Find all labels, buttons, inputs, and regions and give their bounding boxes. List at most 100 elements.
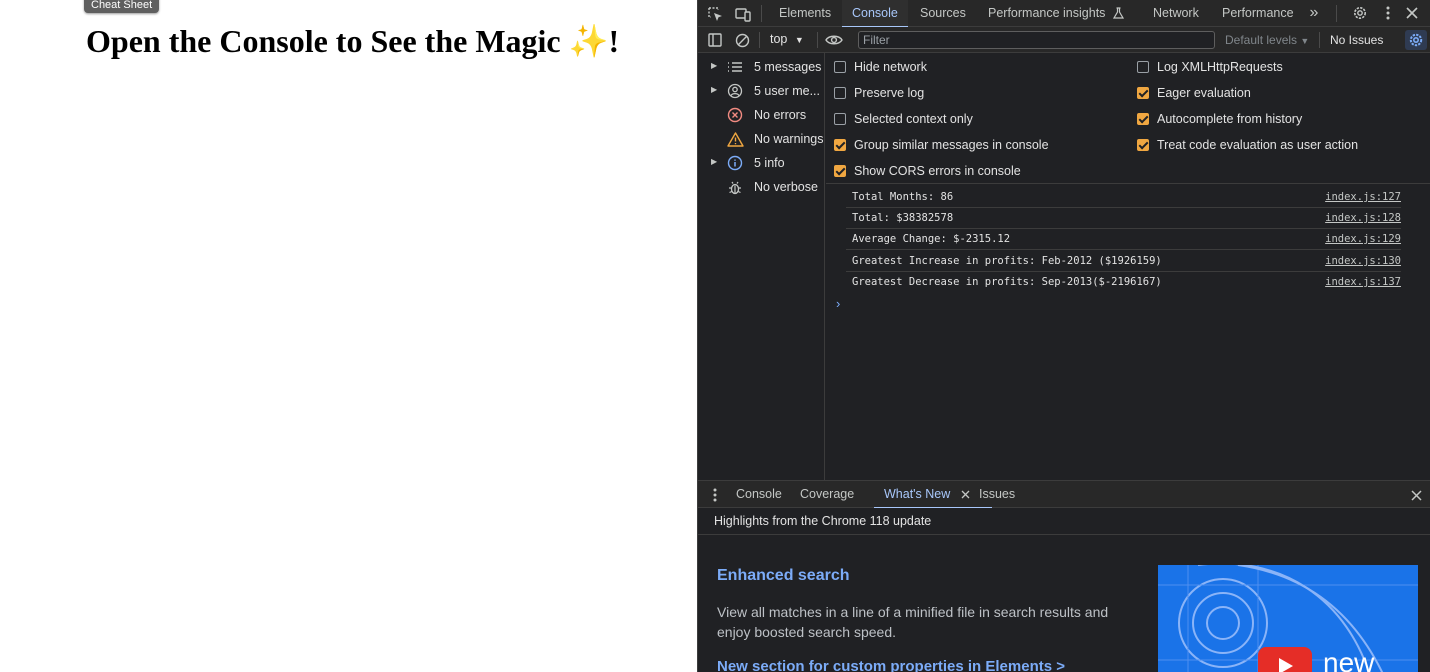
issues-counter[interactable]: No Issues — [1330, 33, 1383, 47]
tab-performance-insights[interactable]: Performance insights — [988, 0, 1124, 27]
sidebar-item-messages[interactable]: ▶ 5 messages — [698, 55, 825, 79]
checkbox-label: Preserve log — [854, 86, 925, 100]
clear-console-icon[interactable] — [733, 31, 751, 49]
drawer-tab-coverage[interactable]: Coverage — [800, 481, 854, 508]
log-message: Total Months: 86 — [852, 191, 954, 203]
whats-new-panel: Highlights from the Chrome 118 update En… — [698, 508, 1430, 672]
checkbox-eager-evaluation[interactable]: Eager evaluation — [1137, 83, 1251, 103]
device-toolbar-icon[interactable] — [734, 5, 752, 23]
devtools-tabbar: Elements Console Sources Performance ins… — [698, 0, 1430, 28]
checkbox-autocomplete-history[interactable]: Autocomplete from history — [1137, 109, 1302, 129]
checkbox-log-xhr[interactable]: Log XMLHttpRequests — [1137, 57, 1283, 77]
context-selector[interactable]: top ▼ — [770, 32, 804, 46]
log-source-link[interactable]: index.js:128 — [1325, 212, 1401, 224]
drawer-tab-issues[interactable]: Issues — [979, 481, 1015, 508]
log-source-link[interactable]: index.js:129 — [1325, 233, 1401, 245]
tab-console-label: Console — [852, 6, 898, 20]
feature-description: View all matches in a line of a minified… — [717, 604, 1109, 640]
drawer-tab-label: Console — [736, 487, 782, 501]
log-message: Average Change: $-2315.12 — [852, 233, 1011, 245]
sidebar-item-user-messages[interactable]: ▶ 5 user me... — [698, 79, 825, 103]
console-sidebar: ▶ 5 messages ▶ 5 user me... No errors No… — [698, 53, 825, 480]
checkbox-label: Hide network — [854, 60, 927, 74]
console-toolbar: top ▼ Default levels ▼ No Issues — [698, 27, 1430, 53]
sidebar-item-label: No verbose — [754, 180, 818, 194]
log-entry: Average Change: $-2315.12 index.js:129 — [846, 229, 1401, 250]
sidebar-item-label: 5 info — [754, 156, 785, 170]
tab-elements-label: Elements — [779, 6, 832, 20]
toolbar-divider — [759, 32, 760, 48]
checkbox-group-similar[interactable]: Group similar messages in console — [834, 135, 1049, 155]
feature-title-link[interactable]: Enhanced search — [717, 567, 850, 585]
console-settings-pane: Hide network Preserve log Selected conte… — [826, 53, 1430, 184]
checkbox-preserve-log[interactable]: Preserve log — [834, 83, 924, 103]
sidebar-item-label: No warnings — [754, 132, 824, 146]
checkbox-box — [1137, 61, 1149, 73]
checkbox-box-checked — [1137, 113, 1149, 125]
tab-elements[interactable]: Elements — [779, 0, 831, 27]
log-entry: Total: $38382578 index.js:128 — [846, 208, 1401, 229]
expand-arrow-icon: ▶ — [711, 157, 718, 166]
youtube-play-icon[interactable] — [1258, 647, 1312, 672]
close-tab-icon[interactable] — [961, 482, 970, 509]
levels-chevron-icon: ▼ — [1300, 36, 1310, 46]
checkbox-selected-context-only[interactable]: Selected context only — [834, 109, 973, 129]
error-icon — [726, 106, 744, 124]
log-entry: Greatest Increase in profits: Feb-2012 (… — [846, 251, 1401, 272]
checkbox-treat-eval-user-action[interactable]: Treat code evaluation as user action — [1137, 135, 1358, 155]
tab-network[interactable]: Network — [1153, 0, 1199, 27]
tab-performance[interactable]: Performance — [1222, 0, 1294, 27]
drawer-tab-whats-new[interactable]: What's New — [874, 481, 992, 509]
dropdown-arrow-icon: ▼ — [794, 35, 804, 45]
sidebar-item-errors[interactable]: No errors — [698, 103, 825, 127]
checkbox-box-checked — [1137, 139, 1149, 151]
console-prompt-chevron-icon[interactable]: › — [836, 296, 840, 311]
log-source-link[interactable]: index.js:137 — [1325, 276, 1401, 288]
gear-icon[interactable] — [1351, 4, 1369, 22]
log-message: Total: $38382578 — [852, 212, 954, 224]
log-source-link[interactable]: index.js:127 — [1325, 191, 1401, 203]
sidebar-toggle-icon[interactable] — [706, 31, 724, 49]
tab-performance-insights-label: Performance insights — [988, 6, 1106, 20]
flask-icon — [1112, 2, 1124, 28]
kebab-menu-icon[interactable] — [1379, 4, 1397, 22]
close-devtools-icon[interactable] — [1403, 4, 1421, 22]
filter-input[interactable] — [858, 31, 1215, 49]
console-settings-button[interactable] — [1405, 30, 1427, 50]
expand-arrow-icon: ▶ — [711, 61, 718, 70]
whats-new-video-thumbnail[interactable]: new — [1158, 565, 1418, 672]
tab-performance-label: Performance — [1222, 6, 1294, 20]
checkbox-show-cors-errors[interactable]: Show CORS errors in console — [834, 161, 1021, 181]
more-tabs-chevron-icon[interactable]: » — [1305, 4, 1323, 22]
tab-console[interactable]: Console — [842, 0, 908, 28]
tab-sources[interactable]: Sources — [920, 0, 966, 27]
sidebar-item-warnings[interactable]: No warnings — [698, 127, 825, 151]
tabbar-divider — [761, 5, 762, 22]
console-log: Total Months: 86 index.js:127 Total: $38… — [826, 187, 1430, 480]
toolbar-divider-3 — [1319, 32, 1320, 48]
eye-icon[interactable] — [823, 31, 845, 49]
drawer-tab-label: Issues — [979, 487, 1016, 501]
drawer-menu-icon[interactable] — [708, 486, 722, 504]
drawer-tabbar: Console Coverage What's New Issues — [698, 480, 1430, 509]
close-drawer-icon[interactable] — [1409, 488, 1423, 502]
checkbox-hide-network[interactable]: Hide network — [834, 57, 927, 77]
log-source-link[interactable]: index.js:130 — [1325, 255, 1401, 267]
log-levels-dropdown[interactable]: Default levels ▼ — [1225, 33, 1309, 47]
page-headline: Open the Console to See the Magic ✨! — [86, 22, 619, 60]
tabbar-divider-2 — [1336, 5, 1337, 22]
expand-arrow-icon: ▶ — [711, 85, 718, 94]
cheat-sheet-tooltip[interactable]: Cheat Sheet — [84, 0, 160, 13]
checkbox-label: Log XMLHttpRequests — [1157, 60, 1283, 74]
sidebar-item-verbose[interactable]: No verbose — [698, 175, 825, 199]
devtools-panel: Elements Console Sources Performance ins… — [697, 0, 1430, 672]
sidebar-item-info[interactable]: ▶ 5 info — [698, 151, 825, 175]
checkbox-box-checked — [1137, 87, 1149, 99]
promo-text: new — [1323, 647, 1375, 672]
checkbox-label: Show CORS errors in console — [854, 164, 1021, 178]
inspect-element-icon[interactable] — [706, 5, 724, 23]
next-section-link[interactable]: New section for custom properties in Ele… — [717, 658, 1065, 672]
drawer-tab-console[interactable]: Console — [736, 481, 782, 508]
checkbox-box — [834, 87, 846, 99]
sidebar-item-label: 5 messages — [754, 60, 822, 74]
